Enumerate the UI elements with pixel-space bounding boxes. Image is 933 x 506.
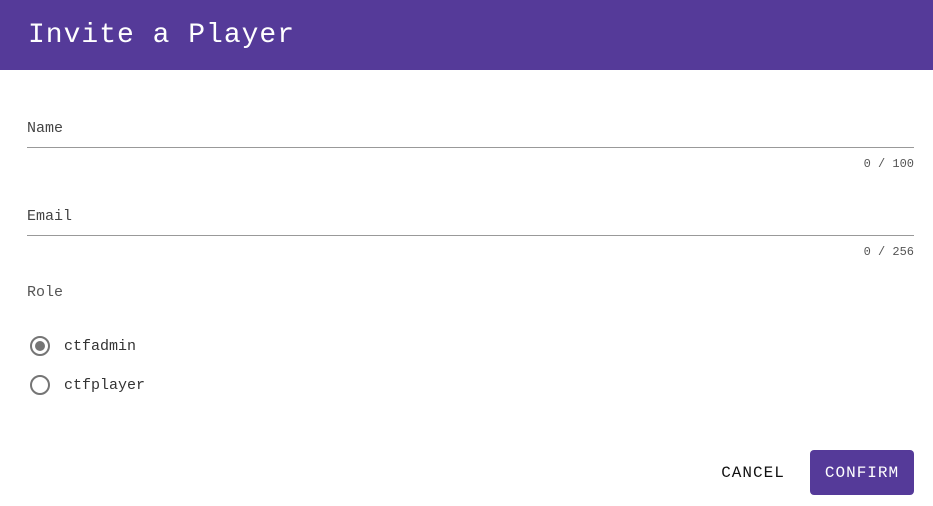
cancel-button[interactable]: CANCEL (708, 450, 798, 495)
radio-checked-icon[interactable] (30, 336, 50, 356)
name-field[interactable]: Name 0 / 100 (27, 120, 914, 171)
radio-label: ctfplayer (64, 376, 146, 394)
email-counter: 0 / 256 (863, 245, 914, 259)
radio-ctfadmin[interactable]: ctfadmin (30, 336, 136, 356)
name-counter: 0 / 100 (863, 157, 914, 171)
name-label: Name (27, 120, 64, 137)
role-label: Role (27, 284, 64, 301)
dialog-header: Invite a Player (0, 0, 933, 70)
radio-unchecked-icon[interactable] (30, 375, 50, 395)
email-label: Email (27, 208, 73, 225)
radio-ctfplayer[interactable]: ctfplayer (30, 375, 145, 395)
email-field[interactable]: Email 0 / 256 (27, 208, 914, 259)
confirm-button[interactable]: CONFIRM (810, 450, 914, 495)
email-input-underline[interactable] (27, 235, 914, 236)
name-input-underline[interactable] (27, 147, 914, 148)
dialog-title: Invite a Player (28, 19, 296, 51)
radio-label: ctfadmin (64, 337, 137, 355)
